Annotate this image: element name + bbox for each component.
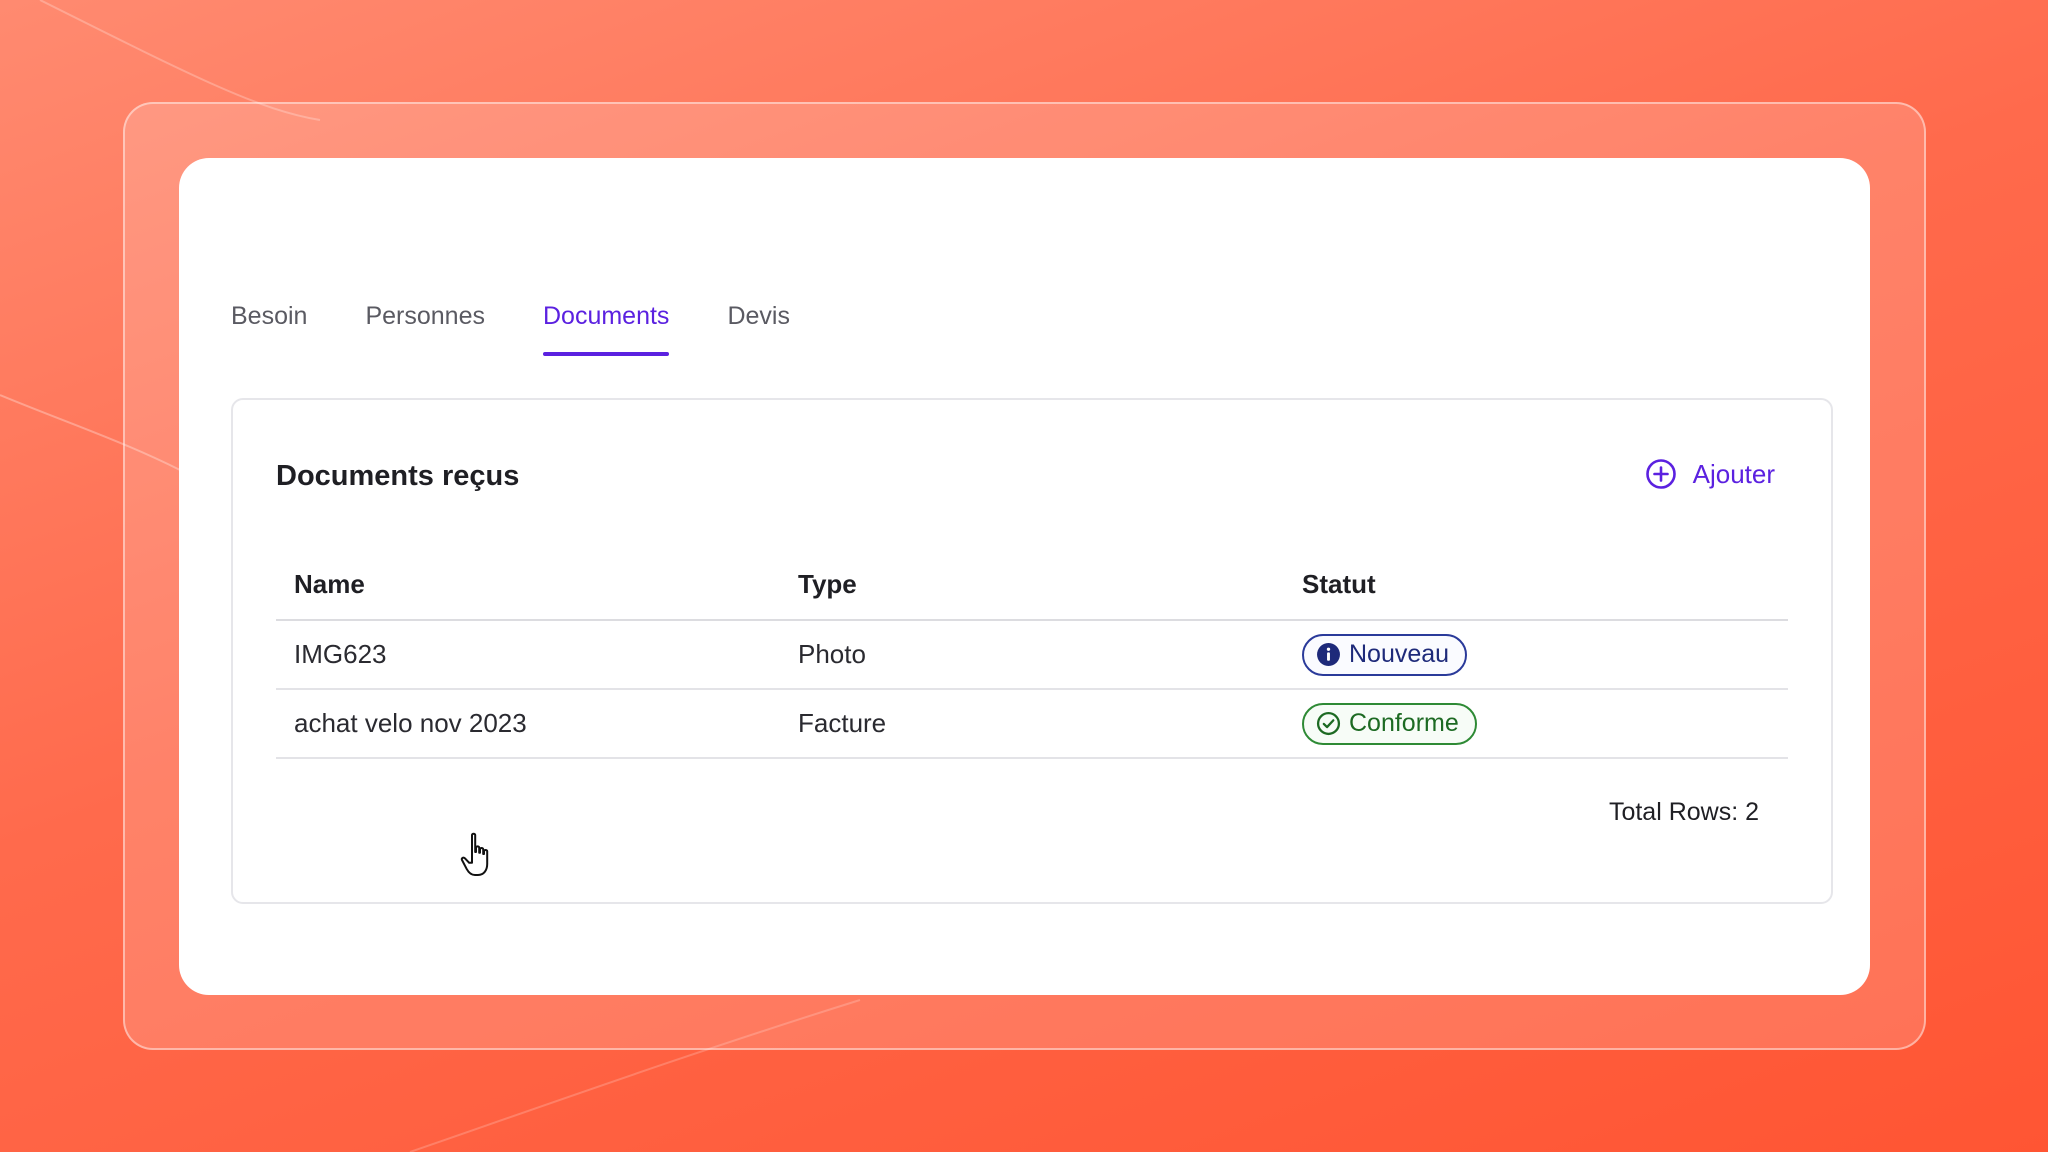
column-header-name[interactable]: Name xyxy=(276,550,780,621)
column-header-statut[interactable]: Statut xyxy=(1284,550,1788,621)
check-circle-icon xyxy=(1316,711,1341,736)
plus-circle-icon xyxy=(1645,459,1676,489)
table-row[interactable]: achat velo nov 2023 Facture Conforme xyxy=(276,689,1788,759)
table-row[interactable]: IMG623 Photo Nouveau xyxy=(276,620,1788,690)
status-badge: Nouveau xyxy=(1302,633,1468,676)
tab-besoin[interactable]: Besoin xyxy=(231,300,307,370)
cell-status: Nouveau xyxy=(1284,620,1788,690)
cell-type: Photo xyxy=(780,620,1284,690)
hand-pointer-icon xyxy=(460,832,489,876)
documents-card: Besoin Personnes Documents Devis Documen… xyxy=(179,158,1870,995)
add-button-label: Ajouter xyxy=(1692,458,1775,489)
status-badge-label: Conforme xyxy=(1349,709,1459,737)
cell-name: IMG623 xyxy=(276,620,780,690)
total-rows: Total Rows: 2 xyxy=(1608,798,1759,826)
add-document-button[interactable]: Ajouter xyxy=(1645,458,1775,490)
table-header-row: Name Type Statut xyxy=(276,550,1788,621)
tab-bar: Besoin Personnes Documents Devis xyxy=(231,300,848,370)
documents-panel: Documents reçus Ajouter Name Type Statut… xyxy=(231,398,1833,904)
column-header-type[interactable]: Type xyxy=(780,550,1284,621)
tab-documents[interactable]: Documents xyxy=(542,300,670,370)
panel-title: Documents reçus xyxy=(276,460,520,492)
info-icon xyxy=(1317,643,1340,666)
status-badge: Conforme xyxy=(1302,702,1477,745)
tab-devis[interactable]: Devis xyxy=(727,300,790,370)
tab-personnes[interactable]: Personnes xyxy=(365,300,485,370)
status-badge-label: Nouveau xyxy=(1349,640,1450,668)
documents-table: Name Type Statut IMG623 Photo Nouveau ac… xyxy=(276,550,1788,759)
cell-status: Conforme xyxy=(1284,689,1788,759)
cell-type: Facture xyxy=(780,689,1284,759)
cell-name: achat velo nov 2023 xyxy=(276,689,780,759)
